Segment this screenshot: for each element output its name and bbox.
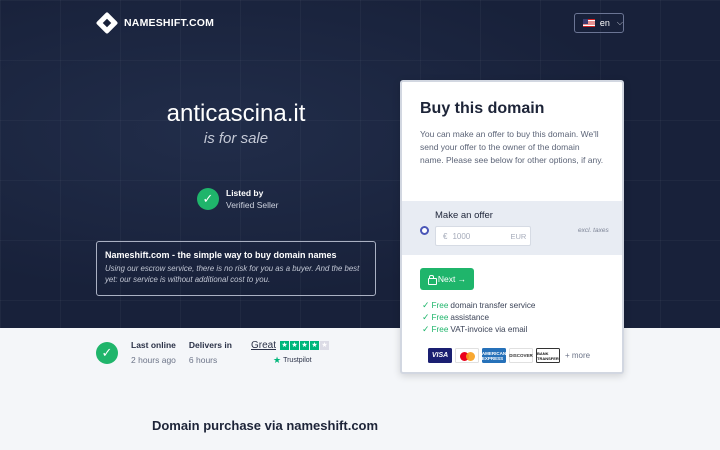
for-sale-tagline: is for sale [203,130,269,147]
offer-amount-placeholder[interactable]: 1000 [452,232,510,241]
logo-diamond-icon [95,11,119,35]
star-icon: ★ [280,341,290,350]
currency-code: EUR [510,231,527,241]
brand-name: NAMESHIFT.COM [124,17,215,29]
verified-check-icon: ✓ [197,188,219,210]
bank-transfer-icon: BANK TRANSFER [536,348,560,363]
more-payment-methods: + more [565,351,591,360]
last-online-stat: Last online 2 hours ago [131,340,176,365]
lock-icon [427,275,437,285]
currency-symbol: € [443,231,448,241]
last-online-label: Last online [131,340,176,350]
listed-by-subtitle: Verified Seller [226,200,279,210]
info-title: Nameshift.com - the simple way to buy do… [105,250,337,260]
payment-methods: VISA AMERICAN EXPRESS DISCOVER BANK TRAN… [428,348,590,363]
trustpilot-star-icon: ★ [273,355,282,365]
info-text: Using our escrow service, there is no ri… [105,264,360,284]
seller-stats: ✓ Last online 2 hours ago Delivers in 6 … [96,340,232,365]
escrow-info-box: Nameshift.com - the simple way to buy do… [96,241,376,296]
star-icon: ★ [300,341,310,350]
seller-check-icon: ✓ [96,342,118,364]
feature-item: ✓ Free assistance [422,311,535,323]
check-icon: ✓ [422,323,430,334]
feature-free-tag: Free [431,312,449,322]
trustpilot-stars: ★ ★ ★ ★ ★ [280,341,330,350]
language-selector[interactable]: en ⌵ [574,13,624,33]
last-online-value: 2 hours ago [131,355,176,365]
discover-icon: DISCOVER [509,348,533,363]
delivers-value: 6 hours [188,355,218,365]
trustpilot-brand: Trustpilot [283,357,312,364]
offer-label: Make an offer [435,210,493,221]
buy-domain-card: Buy this domain You can make an offer to… [400,80,624,374]
brand-logo[interactable]: NAMESHIFT.COM [95,11,215,35]
listed-by: ✓ Listed by Verified Seller [197,188,278,210]
tax-note: excl. taxes [578,227,609,234]
feature-text: assistance [450,312,490,322]
chevron-down-icon: ⌵ [616,18,623,27]
feature-text: domain transfer service [450,300,536,310]
check-icon: ✓ [422,299,430,310]
next-button[interactable]: Next → [420,268,474,290]
feature-list: ✓ Free domain transfer service ✓ Free as… [422,299,535,335]
delivers-label: Delivers in [188,340,232,350]
delivers-stat: Delivers in 6 hours [189,340,232,365]
star-icon: ★ [310,341,320,350]
domain-name: anticascina.it [166,100,306,127]
next-button-label: Next → [437,274,467,284]
star-icon: ★ [290,341,300,350]
check-icon: ✓ [422,311,430,322]
star-empty-icon: ★ [320,341,330,350]
amex-icon: AMERICAN EXPRESS [482,348,506,363]
feature-item: ✓ Free VAT-invoice via email [422,323,535,335]
mastercard-icon [455,348,479,363]
visa-icon: VISA [428,348,452,363]
feature-item: ✓ Free domain transfer service [422,299,535,311]
make-offer-option[interactable]: Make an offer € 1000 EUR excl. taxes [402,201,622,255]
language-code: en [599,18,610,28]
trustpilot-widget[interactable]: Great ★ ★ ★ ★ ★ ★ Trustpilot [251,340,330,366]
offer-amount-field[interactable]: € 1000 EUR [435,226,531,246]
trustpilot-rating-word[interactable]: Great [251,340,276,351]
card-title: Buy this domain [420,100,545,117]
feature-free-tag: Free [431,300,449,310]
offer-radio[interactable] [420,226,429,235]
section-title: Domain purchase via nameshift.com [151,418,379,433]
card-description: You can make an offer to buy this domain… [420,129,604,166]
feature-free-tag: Free [431,324,449,334]
feature-text: VAT-invoice via email [450,324,528,334]
listed-by-title: Listed by [226,188,264,198]
us-flag-icon [583,19,595,27]
